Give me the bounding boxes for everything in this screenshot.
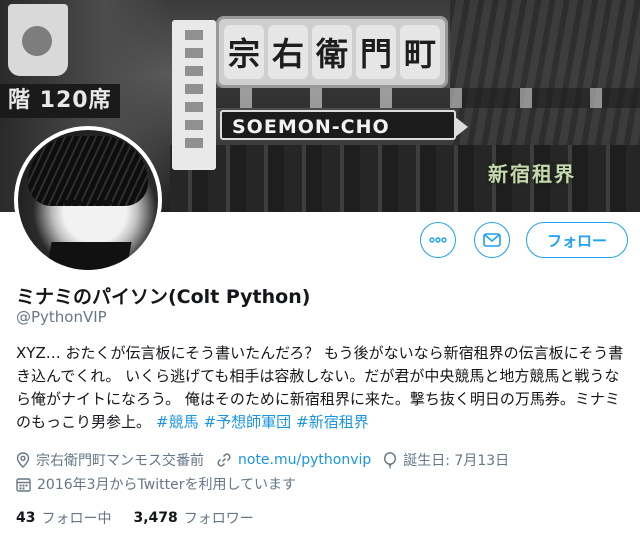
profile-handle: @PythonVIP (16, 308, 107, 326)
hashtag-link[interactable]: #予想師軍団 (204, 413, 292, 431)
gate-char: 町 (400, 25, 440, 79)
gate-char: 右 (268, 25, 308, 79)
hashtag-link[interactable]: #競馬 (156, 413, 199, 431)
birthday-text: 誕生日: 7月13日 (403, 453, 510, 469)
followers-label[interactable]: フォロワー (184, 508, 254, 528)
website-item: note.mu/pythonvip (216, 452, 371, 468)
location-text: 宗右衛門町マンモス交番前 (36, 453, 204, 469)
banner-cup-sign (8, 4, 68, 76)
profile-joined-row: 2016年3月からTwitterを利用しています (16, 474, 308, 494)
gate-char: 衛 (312, 25, 352, 79)
banner-seat-sign: 階 120席 (0, 84, 120, 118)
bio-hashtags: #競馬 #予想師軍団 #新宿租界 (151, 413, 369, 431)
location-pin-icon (16, 452, 30, 468)
link-icon (217, 453, 231, 467)
followers-count[interactable]: 3,478 (133, 510, 177, 526)
gate-char: 門 (356, 25, 396, 79)
banner-street-sign: SOEMON-CHO (220, 110, 468, 140)
location-item: 宗右衛門町マンモス交番前 (16, 450, 204, 470)
hashtag-link[interactable]: #新宿租界 (296, 413, 369, 431)
banner-stamp-text: 新宿租界 (488, 162, 576, 186)
website-link[interactable]: note.mu/pythonvip (238, 452, 371, 468)
balloon-icon (384, 451, 397, 469)
joined-item: 2016年3月からTwitterを利用しています (16, 474, 296, 494)
avatar-image (18, 130, 158, 270)
envelope-icon (483, 233, 501, 247)
follow-button[interactable]: フォロー (526, 222, 628, 258)
gate-char: 宗 (224, 25, 264, 79)
birthday-item: 誕生日: 7月13日 (383, 450, 509, 470)
more-icon (429, 237, 447, 243)
profile-page: 階 120席 宗 右 衛 門 町 SOEMON-CHO 新宿租界 フォロー ミナ… (0, 0, 640, 539)
profile-meta-row: 宗右衛門町マンモス交番前 note.mu/pythonvip 誕生日: 7月13… (16, 450, 521, 470)
avatar[interactable] (14, 126, 162, 274)
profile-bio: XYZ… おたくが伝言板にそう書いたんだろ？ もう後がないなら新宿租界の伝言板に… (16, 342, 628, 434)
profile-name: ミナミのパイソン(Colt Python) (16, 286, 311, 308)
following-count[interactable]: 43 (16, 510, 35, 526)
message-button[interactable] (474, 222, 510, 258)
more-button[interactable] (420, 222, 456, 258)
profile-stats: 43 フォロー中 3,478 フォロワー (16, 508, 276, 528)
banner-gate-sign: 宗 右 衛 門 町 (216, 16, 448, 88)
following-label[interactable]: フォロー中 (41, 508, 111, 528)
banner-vertical-sign (172, 20, 216, 170)
calendar-icon (16, 477, 31, 492)
joined-text: 2016年3月からTwitterを利用しています (37, 477, 297, 493)
